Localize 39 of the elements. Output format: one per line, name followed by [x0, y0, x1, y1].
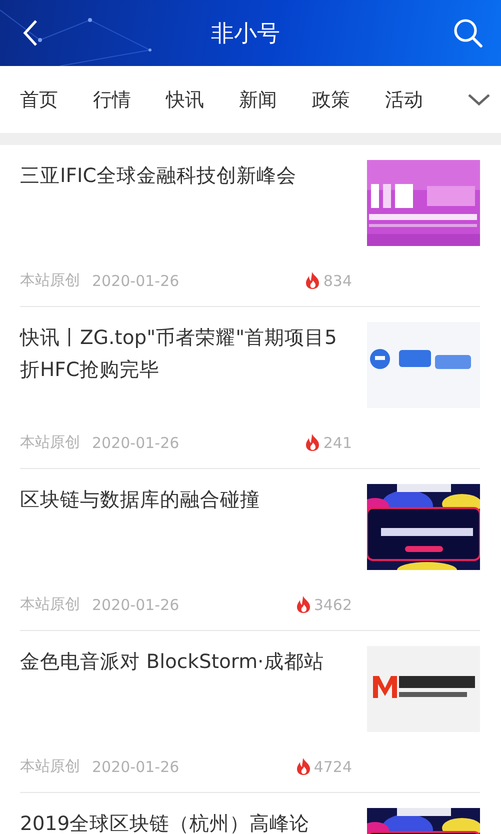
article-source: 本站原创 [20, 271, 80, 290]
article-title: 2019全球区块链（杭州）高峰论 [20, 811, 311, 834]
search-icon [453, 18, 483, 48]
article-title: 三亚IFIC全球金融科技创新峰会 [20, 163, 298, 189]
article-date: 2020-01-26 [92, 272, 180, 290]
category-tab[interactable]: 行情 [93, 86, 166, 112]
article-source: 本站原创 [20, 595, 80, 614]
article-title: 快讯丨ZG.top"币者荣耀"首期项目5折HFC抢购完毕 [20, 325, 338, 383]
category-tab[interactable]: 新闻 [239, 86, 312, 112]
category-tab[interactable]: 首页 [20, 86, 93, 112]
flame-icon [296, 758, 311, 775]
article-date: 2020-01-26 [92, 758, 180, 776]
view-count: 4724 [314, 758, 352, 776]
page-title: 非小号 [211, 20, 280, 48]
article-item[interactable]: 三亚IFIC全球金融科技创新峰会 本站原创 2020-01-26 834 [20, 145, 480, 307]
category-tab[interactable]: 快讯 [166, 86, 239, 112]
chevron-down-icon [468, 94, 490, 106]
article-source: 本站原创 [20, 757, 80, 776]
view-count: 241 [323, 434, 352, 452]
article-source: 本站原创 [20, 433, 80, 452]
category-tab[interactable]: 政策 [312, 86, 385, 112]
article-date: 2020-01-26 [92, 434, 180, 452]
view-count: 3462 [314, 596, 352, 614]
category-tab[interactable]: 活动 [385, 86, 458, 112]
article-item[interactable]: 快讯丨ZG.top"币者荣耀"首期项目5折HFC抢购完毕 本站原创 2020-01-26 241 [20, 307, 480, 469]
article-item[interactable]: 区块链与数据库的融合碰撞 本站原创 2020-01-26 3462 [20, 469, 480, 631]
article-title: 金色电音派对 BlockStorm·成都站 [20, 649, 325, 675]
flame-icon [296, 596, 311, 613]
back-button[interactable] [22, 19, 38, 47]
expand-tabs-button[interactable] [468, 94, 490, 106]
view-count: 834 [323, 272, 352, 290]
article-date: 2020-01-26 [92, 596, 180, 614]
back-icon [22, 19, 38, 47]
article-title: 区块链与数据库的融合碰撞 [20, 487, 261, 513]
flame-icon [305, 434, 320, 451]
article-item[interactable]: 金色电音派对 BlockStorm·成都站 本站原创 2020-01-26 4724 [20, 631, 480, 793]
article-item[interactable]: 2019全球区块链（杭州）高峰论 [20, 793, 480, 834]
flame-icon [305, 272, 320, 289]
search-button[interactable] [453, 18, 483, 48]
